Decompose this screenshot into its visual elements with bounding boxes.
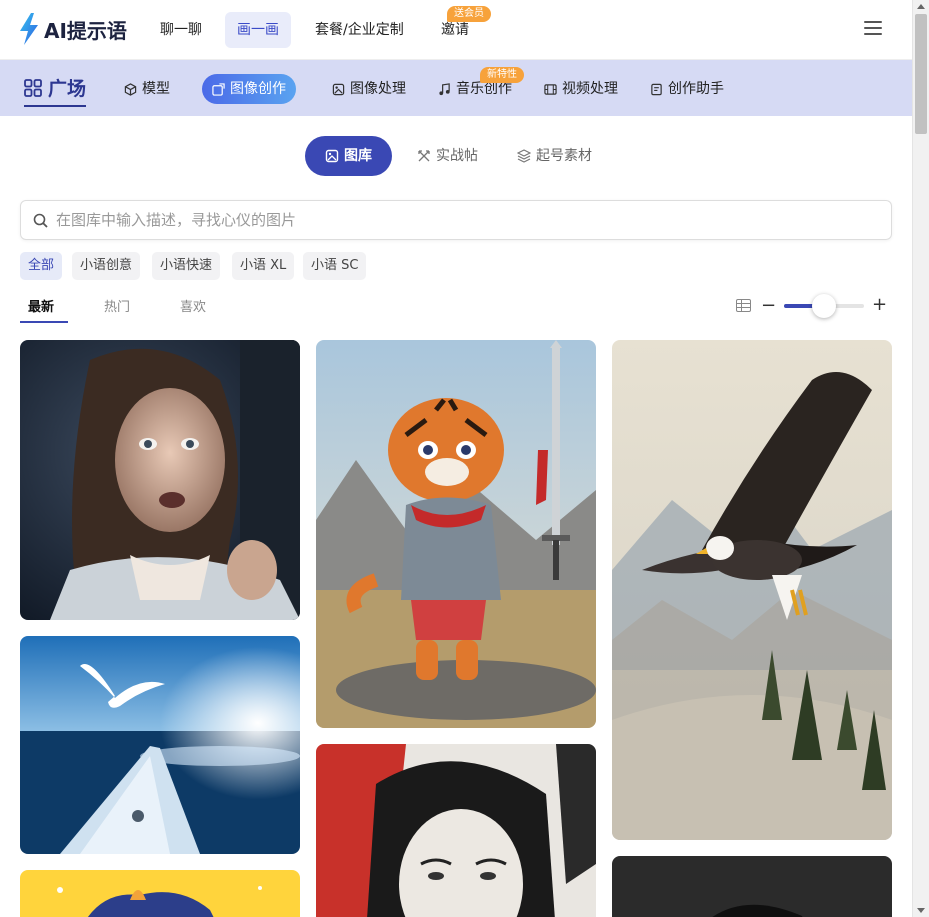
filter-creative[interactable]: 小语创意 [72, 252, 141, 280]
grid-icon [24, 78, 42, 97]
category-label: 图像处理 [350, 81, 406, 97]
page-scrollbar[interactable] [912, 0, 929, 917]
category-label: 模型 [142, 81, 170, 97]
subtab-label: 图库 [344, 148, 372, 164]
filter-fast[interactable]: 小语快速 [152, 252, 221, 280]
image-icon [325, 149, 339, 163]
invite-badge: 送会员 [447, 6, 491, 22]
category-model[interactable]: 模型 [114, 74, 180, 104]
crossed-swords-icon [418, 150, 430, 162]
gallery-image [316, 340, 596, 728]
layers-icon [517, 149, 531, 163]
zoom-slider[interactable] [784, 294, 864, 318]
scroll-up-arrow-icon[interactable] [917, 4, 925, 9]
nav-chat[interactable]: 聊一聊 [148, 12, 214, 48]
gallery-image [612, 856, 892, 917]
brand-name: AI提示语 [44, 18, 127, 43]
brand-logo[interactable]: AI提示语 [18, 13, 127, 45]
sort-liked[interactable]: 喜欢 [180, 296, 206, 324]
subtab-label: 实战帖 [436, 148, 478, 164]
subtab-gallery[interactable]: 图库 [305, 136, 392, 176]
plaza-tab[interactable]: 广场 [24, 74, 87, 107]
scroll-down-arrow-icon[interactable] [917, 908, 925, 913]
category-image-processing[interactable]: 图像处理 [322, 74, 416, 104]
music-note-icon [439, 82, 450, 95]
page: AI提示语 聊一聊 画一画 套餐/企业定制 邀请 送会员 广场 模型 图像创作 … [0, 0, 929, 917]
gallery-card[interactable] [20, 340, 300, 620]
layout-grid-icon[interactable] [736, 299, 751, 312]
bolt-logo-icon [20, 13, 38, 45]
gallery-image [612, 340, 892, 840]
new-feature-badge: 新特性 [480, 67, 524, 83]
scrollbar-thumb[interactable] [915, 14, 927, 134]
filter-xl[interactable]: 小语 XL [232, 252, 295, 280]
gallery-image [316, 744, 596, 917]
sort-active-underline [20, 321, 68, 323]
filter-all[interactable]: 全部 [20, 252, 63, 280]
top-navbar: AI提示语 聊一聊 画一画 套餐/企业定制 邀请 送会员 [0, 0, 912, 60]
gallery-image [20, 340, 300, 620]
category-bar: 广场 模型 图像创作 图像处理 音乐创作 新特性 视频处理 创作助手 [0, 60, 912, 116]
gallery-image [20, 636, 300, 854]
subtab-starter-materials[interactable]: 起号素材 [517, 136, 592, 176]
zoom-in-button[interactable]: + [872, 295, 887, 315]
gallery-card[interactable] [316, 744, 596, 917]
hamburger-menu-icon[interactable] [864, 21, 882, 37]
category-creation-assistant[interactable]: 创作助手 [640, 74, 734, 104]
sort-popular[interactable]: 热门 [104, 296, 130, 324]
search-box [20, 200, 892, 240]
gallery-card[interactable] [316, 340, 596, 728]
assistant-icon [651, 83, 662, 95]
search-icon [33, 213, 48, 228]
plaza-label: 广场 [48, 78, 87, 100]
gallery-card[interactable] [20, 870, 300, 917]
sort-latest[interactable]: 最新 [28, 296, 54, 324]
image-edit-icon [212, 82, 225, 96]
search-input[interactable] [56, 211, 856, 229]
subtab-practice-posts[interactable]: 实战帖 [417, 136, 478, 176]
subtab-label: 起号素材 [536, 148, 592, 164]
category-label: 创作助手 [668, 81, 724, 97]
gallery-card[interactable] [20, 636, 300, 854]
nav-draw[interactable]: 画一画 [225, 12, 291, 48]
category-video-processing[interactable]: 视频处理 [534, 74, 628, 104]
image-process-icon [332, 83, 345, 95]
filter-sc[interactable]: 小语 SC [303, 252, 367, 280]
gallery-card[interactable] [612, 856, 892, 917]
gallery-card[interactable] [612, 340, 892, 840]
category-label: 图像创作 [230, 81, 286, 97]
cube-icon [124, 82, 137, 96]
nav-plans[interactable]: 套餐/企业定制 [303, 12, 416, 48]
gallery-image [20, 870, 300, 917]
film-icon [544, 83, 557, 95]
zoom-out-button[interactable]: − [761, 296, 776, 316]
category-label: 视频处理 [562, 81, 618, 97]
zoom-slider-thumb[interactable] [812, 294, 836, 318]
category-image-creation[interactable]: 图像创作 [202, 74, 296, 104]
